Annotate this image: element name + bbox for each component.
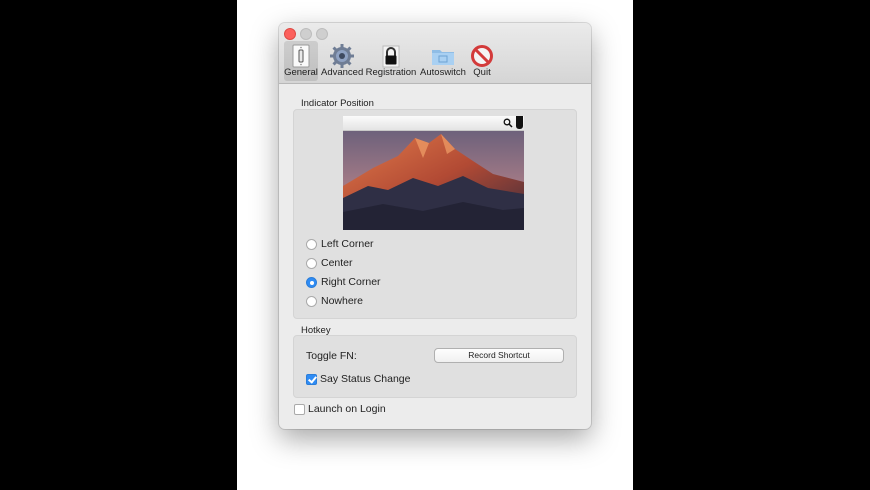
tab-advanced[interactable]: Advanced [321,41,363,81]
tab-registration-label: Registration [365,67,417,78]
gear-icon [330,44,354,68]
preview-menubar [343,116,524,131]
tab-autoswitch[interactable]: Autoswitch [419,41,467,81]
tab-general-label: General [284,67,318,78]
no-sign-icon [471,45,493,67]
preferences-window: General Advanced Registration Autoswitch… [279,23,591,429]
tab-quit-label: Quit [473,67,491,78]
record-shortcut-button[interactable]: Record Shortcut [434,348,564,363]
search-icon [503,118,513,128]
titlebar: General Advanced Registration Autoswitch… [279,23,591,84]
hotkey-group [293,335,577,398]
launch-on-login-label: Launch on Login [308,403,386,415]
fn-indicator-icon [516,116,523,129]
toggle-fn-label: Toggle FN: [306,350,357,362]
tab-advanced-label: Advanced [321,67,364,78]
folder-icon [432,50,454,65]
radio-right-corner-label: Right Corner [321,276,381,288]
radio-nowhere-control[interactable] [306,296,317,307]
mountain-wallpaper-image [343,116,524,230]
light-switch-icon [292,44,310,68]
tab-general[interactable]: General [284,41,318,81]
launch-on-login-checkbox[interactable] [294,404,305,415]
radio-center-control[interactable] [306,258,317,269]
padlock-icon [382,45,400,68]
radio-nowhere-label: Nowhere [321,295,364,307]
tab-registration[interactable]: Registration [365,41,417,81]
zoom-button[interactable] [316,28,328,40]
close-button[interactable] [284,28,296,40]
minimize-button[interactable] [300,28,312,40]
radio-center-label: Center [321,257,353,269]
indicator-section-title: Indicator Position [301,98,374,109]
say-status-label: Say Status Change [320,373,411,385]
tab-autoswitch-label: Autoswitch [420,67,466,78]
tab-quit[interactable]: Quit [469,41,495,81]
say-status-checkbox[interactable] [306,374,317,385]
radio-right-corner-control[interactable] [306,277,317,288]
radio-left-corner-control[interactable] [306,239,317,250]
wallpaper-preview [343,116,524,230]
radio-left-corner-label: Left Corner [321,238,374,250]
